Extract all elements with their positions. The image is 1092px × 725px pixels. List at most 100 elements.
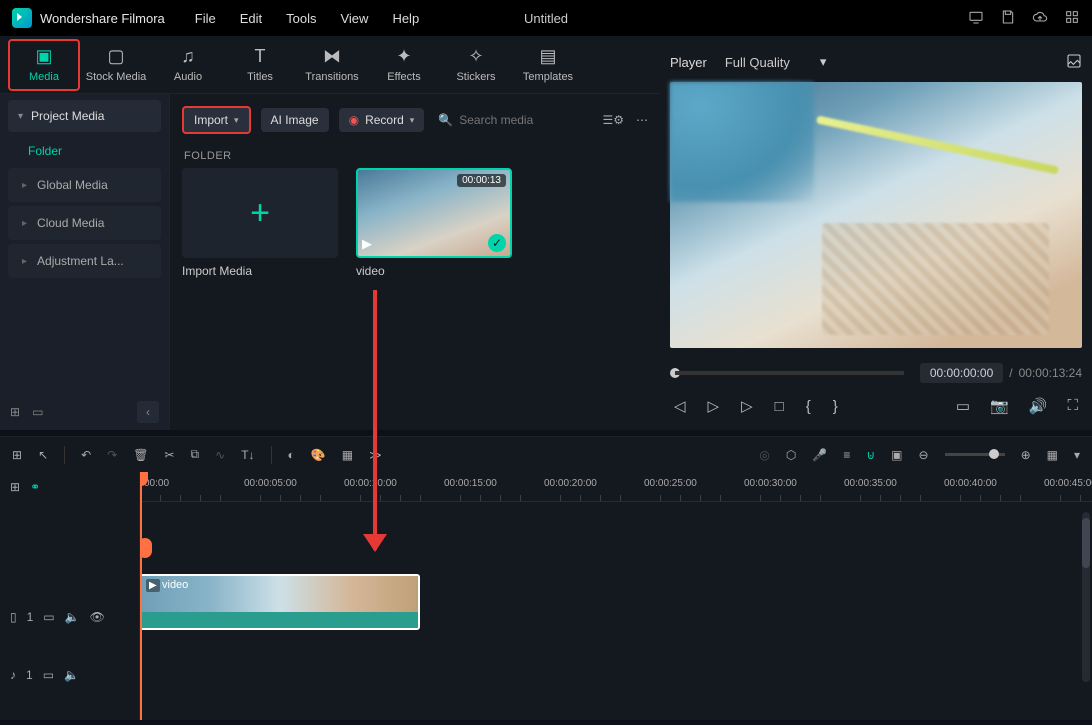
visibility-icon[interactable]: 👁 — [90, 610, 105, 624]
playhead[interactable] — [140, 472, 142, 720]
audio-track-header[interactable]: ♪1 ▭ 🔈 — [0, 660, 139, 690]
delete-icon[interactable]: 🗑 — [133, 448, 148, 462]
palette-icon[interactable]: 🎨 — [311, 448, 326, 462]
cut-icon[interactable]: ✂ — [164, 448, 174, 462]
cloud-upload-icon[interactable] — [1032, 9, 1048, 28]
zoom-out-icon[interactable]: ⊖ — [919, 448, 929, 462]
magnet-icon[interactable]: ⊍ — [866, 448, 875, 462]
color-icon[interactable]: ◐ — [288, 448, 295, 462]
record-button[interactable]: ◉Record▾ — [339, 108, 425, 132]
display-icon[interactable] — [968, 9, 984, 28]
snapshot-icon[interactable] — [1066, 53, 1082, 72]
fullscreen-icon[interactable]: ⛶ — [1067, 397, 1078, 415]
menu-view[interactable]: View — [340, 11, 368, 26]
select-tool-icon[interactable]: ↖ — [38, 448, 48, 462]
save-icon[interactable] — [1000, 9, 1016, 28]
tab-effects[interactable]: ✦Effects — [368, 39, 440, 91]
folder-icon[interactable]: ▭ — [32, 405, 43, 419]
media-thumbnail-video[interactable]: 00:00:13 ▶ ✓ video — [356, 168, 512, 278]
speed-icon[interactable]: ∿ — [215, 448, 225, 462]
camera-icon[interactable]: 📷 — [990, 397, 1009, 415]
app-logo — [12, 8, 32, 28]
timeline-toolbar: ⊞ ↖ ↶ ↷ 🗑 ✂ ⧉ ∿ T↓ ◐ 🎨 ▦ ≫ ◎ ⬡ 🎤 ≡ ⊍ ▣ ⊖… — [0, 436, 1092, 472]
timeline-clip[interactable]: video — [140, 574, 420, 630]
sidebar-global-media[interactable]: Global Media — [8, 168, 161, 202]
tab-titles[interactable]: TTitles — [224, 39, 296, 91]
layout-icon[interactable]: ⊞ — [12, 448, 22, 462]
mute-icon[interactable]: 🔈 — [64, 668, 79, 682]
filter-icon[interactable]: ☰⚙ — [602, 113, 624, 127]
media-thumbnail-label: video — [356, 264, 512, 278]
collapse-sidebar-icon[interactable]: ‹ — [137, 401, 159, 423]
new-folder-icon[interactable]: ⊞ — [10, 405, 20, 419]
display-mode-icon[interactable]: ▭ — [956, 397, 970, 415]
tab-media[interactable]: ▣Media — [8, 39, 80, 91]
mark-out-icon[interactable]: } — [833, 398, 838, 415]
time-ruler[interactable]: 00:0000:00:05:0000:00:10:0000:00:15:0000… — [140, 472, 1092, 502]
document-title: Untitled — [524, 11, 568, 26]
link-icon[interactable]: ⚭ — [30, 480, 40, 494]
play-icon[interactable]: ▷ — [708, 397, 720, 415]
menu-edit[interactable]: Edit — [240, 11, 262, 26]
shield-icon[interactable]: ⬡ — [786, 448, 796, 462]
tab-audio[interactable]: ♫Audio — [152, 39, 224, 91]
timeline-view-icon[interactable]: ▦ — [1047, 448, 1058, 462]
audio-track[interactable] — [140, 624, 1092, 684]
sidebar-adjustment-layer[interactable]: Adjustment La... — [8, 244, 161, 278]
sidebar-cloud-media[interactable]: Cloud Media — [8, 206, 161, 240]
apps-icon[interactable] — [1064, 9, 1080, 28]
undo-icon[interactable]: ↶ — [81, 448, 91, 462]
timeline-scrollbar[interactable] — [1082, 512, 1090, 682]
marker-icon[interactable]: ◎ — [759, 448, 769, 462]
folder-label[interactable]: Folder — [0, 136, 169, 166]
import-button[interactable]: Import▾ — [182, 106, 251, 134]
current-time: 00:00:00:00 — [920, 363, 1003, 383]
menu-help[interactable]: Help — [392, 11, 419, 26]
add-track-icon[interactable]: ⊞ — [10, 480, 20, 494]
tab-templates[interactable]: ▤Templates — [512, 39, 584, 91]
redo-icon[interactable]: ↷ — [107, 448, 117, 462]
timeline-tracks[interactable]: 00:0000:00:05:0000:00:10:0000:00:15:0000… — [140, 472, 1092, 720]
volume-icon[interactable]: 🔊 — [1029, 397, 1048, 415]
search-input[interactable] — [459, 113, 579, 127]
tab-transitions[interactable]: ⧓Transitions — [296, 39, 368, 91]
lock-icon[interactable]: ▭ — [43, 668, 54, 682]
ruler-tick: 00:00:30:00 — [744, 478, 797, 489]
mic-icon[interactable]: 🎤 — [812, 448, 827, 462]
track-headers: ⊞ ⚭ ▯1 ▭ 🔈 👁 ♪1 ▭ 🔈 — [0, 472, 140, 720]
import-media-tile[interactable]: + Import Media — [182, 168, 338, 278]
mark-in-icon[interactable]: { — [806, 398, 811, 415]
text-icon[interactable]: T↓ — [241, 448, 254, 462]
scrub-bar[interactable]: 00:00:00:00 / 00:00:13:24 — [670, 362, 1082, 384]
lock-icon[interactable]: ▭ — [43, 610, 54, 624]
tab-stock-media[interactable]: ▢Stock Media — [80, 39, 152, 91]
menu-tools[interactable]: Tools — [286, 11, 316, 26]
ruler-tick: 00:00:40:00 — [944, 478, 997, 489]
workspace-tabs: ▣Media ▢Stock Media ♫Audio TTitles ⧓Tran… — [0, 36, 660, 94]
frame-icon[interactable]: ▣ — [891, 448, 902, 462]
crop-icon[interactable]: ⧉ — [191, 447, 200, 462]
preview-viewport[interactable] — [670, 82, 1082, 348]
quality-select[interactable]: Full Quality▾ — [725, 54, 827, 70]
ai-image-button[interactable]: AI Image — [261, 108, 329, 132]
more-icon[interactable]: ⋯ — [636, 113, 648, 127]
menu-file[interactable]: File — [195, 11, 216, 26]
zoom-slider[interactable] — [945, 453, 1005, 456]
video-track-header[interactable]: ▯1 ▭ 🔈 👁 — [0, 602, 139, 632]
mixer-icon[interactable]: ≡ — [843, 448, 850, 462]
timeline-menu-icon[interactable]: ▾ — [1074, 448, 1080, 462]
video-track[interactable]: video — [140, 564, 1092, 624]
chevron-down-icon: ▾ — [234, 115, 239, 126]
play-forward-icon[interactable]: ▷ — [741, 397, 753, 415]
search-media: 🔍 — [438, 113, 579, 127]
mute-icon[interactable]: 🔈 — [65, 610, 80, 624]
project-media-header[interactable]: Project Media — [8, 100, 161, 132]
prev-frame-icon[interactable]: ◁ — [674, 397, 686, 415]
media-sidebar: Project Media Folder Global Media Cloud … — [0, 94, 170, 430]
media-toolbar: Import▾ AI Image ◉Record▾ 🔍 ☰⚙ ⋯ — [182, 102, 648, 138]
stickers-icon: ✧ — [468, 46, 483, 67]
adjustment-icon[interactable]: ▦ — [342, 448, 353, 462]
stop-icon[interactable]: □ — [775, 398, 784, 415]
zoom-in-icon[interactable]: ⊕ — [1021, 448, 1031, 462]
tab-stickers[interactable]: ✧Stickers — [440, 39, 512, 91]
